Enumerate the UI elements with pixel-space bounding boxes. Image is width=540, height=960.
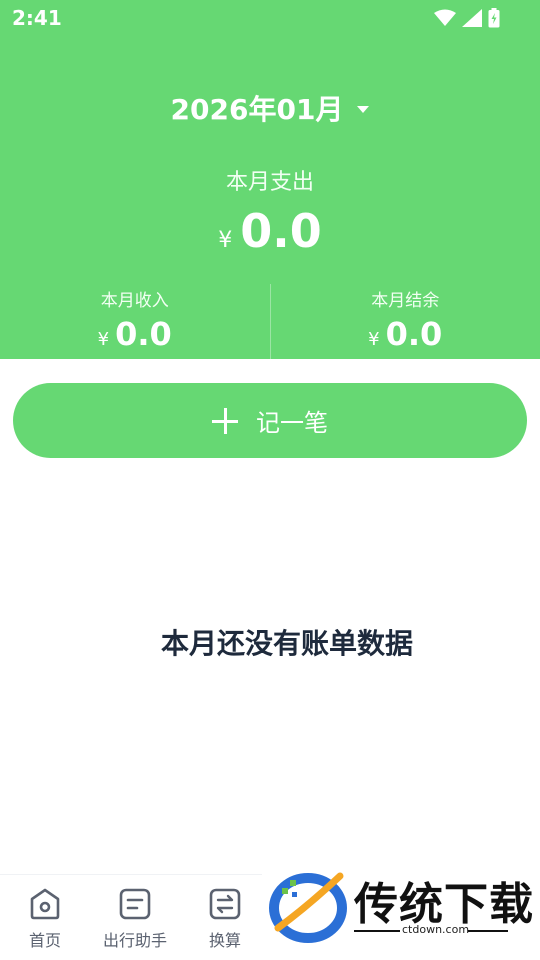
wifi-icon (434, 9, 456, 26)
income-balance-summary: 本月收入 ¥ 0.0 本月结余 ¥ 0.0 (0, 284, 540, 359)
monthly-expense-value: ¥ 0.0 (0, 204, 540, 258)
expense-amount: 0.0 (240, 204, 322, 258)
monthly-balance-label: 本月结余 (371, 291, 440, 311)
monthly-balance: 本月结余 ¥ 0.0 (271, 284, 540, 359)
income-amount: 0.0 (115, 315, 172, 353)
month-picker[interactable]: 2026年01月 (0, 88, 540, 128)
add-record-button[interactable]: 记一笔 (13, 383, 527, 458)
exchange-icon (209, 888, 241, 920)
watermark-divider (468, 930, 508, 932)
document-icon (119, 888, 151, 920)
watermark-logo-icon (269, 872, 347, 943)
monthly-income-label: 本月收入 (100, 291, 169, 311)
currency-symbol: ¥ (97, 329, 110, 350)
plus-icon (212, 407, 238, 434)
nav-label-convert: 换算 (208, 931, 241, 950)
watermark-overlay: 传统下载 ctdown.com (262, 860, 540, 960)
monthly-balance-value: ¥ 0.0 (271, 315, 540, 353)
home-icon (30, 888, 60, 920)
summary-header: 2:41 2026年01月 本月支出 ¥ 0.0 本月收入 ¥ 0.0 本月结余… (0, 0, 540, 359)
nav-label-travel-assistant: 出行助手 (102, 931, 167, 950)
add-record-label: 记一笔 (256, 409, 328, 437)
month-label: 2026年01月 (170, 93, 344, 126)
status-bar: 2:41 (0, 0, 540, 36)
balance-amount: 0.0 (385, 315, 443, 353)
watermark-divider (354, 930, 400, 932)
empty-state-message: 本月还没有账单数据 (160, 627, 413, 660)
watermark-url: ctdown.com (402, 923, 470, 936)
monthly-income-value: ¥ 0.0 (0, 315, 270, 353)
currency-symbol: ¥ (218, 228, 233, 253)
nav-item-home[interactable]: 首页 (0, 887, 90, 951)
nav-item-travel-assistant[interactable]: 出行助手 (90, 887, 180, 951)
status-time: 2:41 (12, 6, 62, 30)
status-icons (434, 7, 500, 29)
nav-label-home: 首页 (28, 931, 61, 950)
signal-icon (462, 9, 482, 27)
battery-charging-icon (488, 8, 500, 28)
monthly-income: 本月收入 ¥ 0.0 (0, 284, 270, 359)
monthly-expense-label: 本月支出 (225, 170, 314, 195)
currency-symbol: ¥ (368, 329, 380, 350)
nav-item-convert[interactable]: 换算 (180, 887, 270, 951)
caret-down-icon (357, 105, 370, 113)
